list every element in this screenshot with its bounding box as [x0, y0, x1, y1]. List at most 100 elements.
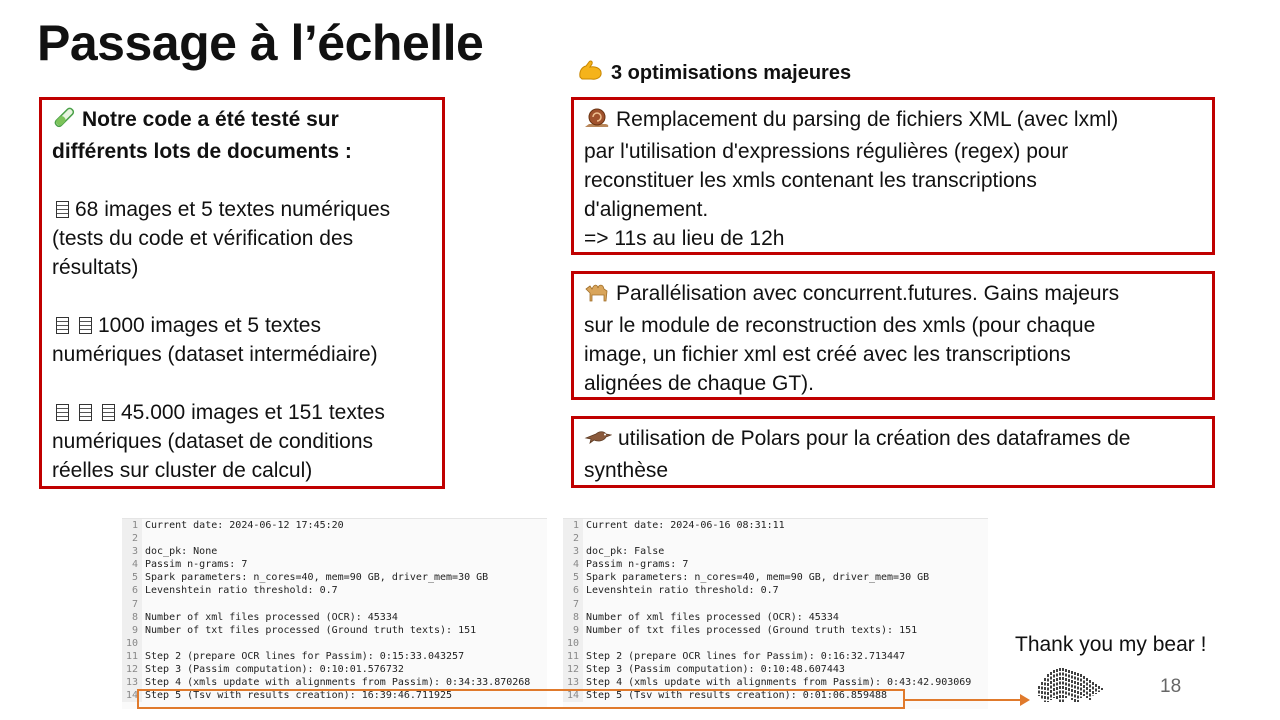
log-line: 10 — [563, 636, 988, 650]
log-line: 4 Passim n-grams: 7 — [122, 558, 547, 572]
log-line-text: doc_pk: None — [145, 546, 218, 558]
log-line-number: 1 — [563, 519, 583, 533]
log-line: 12 Step 3 (Passim computation): 0:10:48.6… — [563, 663, 988, 677]
log-line-text: Number of txt files processed (Ground tr… — [586, 624, 918, 636]
log-line-number: 6 — [563, 584, 583, 598]
log-line-number: 11 — [563, 649, 583, 664]
box2-line3: image, un fichier xml est créé avec les … — [584, 343, 1071, 366]
item1-line1: 68 images et 5 textes numériques — [75, 198, 391, 221]
log-line-text — [583, 532, 586, 545]
log-line: 8 Number of xml files processed (OCR): 45… — [563, 610, 988, 624]
log-line: 2 — [563, 532, 988, 546]
log-line: 5 Spark parameters: n_cores=40, mem=90 GB… — [122, 571, 547, 585]
log-line-text: Levenshtein ratio threshold: 0.7 — [145, 585, 338, 597]
log-line-number: 13 — [122, 676, 142, 690]
log-line-number: 4 — [122, 558, 142, 572]
box3-line1: utilisation de Polars pour la création d… — [618, 427, 1131, 450]
box1-line4: d'alignement. — [584, 198, 709, 221]
snail-icon — [584, 107, 610, 137]
box2-line2: sur le module de reconstruction des xmls… — [584, 314, 1096, 337]
box1-line3: reconstituer les xmls contenant les tran… — [584, 169, 1037, 192]
thanks-text: Thank you my bear ! — [1015, 633, 1207, 656]
subtitle-text: 3 optimisations majeures — [611, 61, 852, 84]
document-icon — [56, 317, 69, 334]
log-line-number: 12 — [122, 663, 142, 677]
box1-line2: par l'utilisation d'expressions régulièr… — [584, 140, 1069, 163]
log-line-number: 5 — [563, 571, 583, 585]
log-line: 1 Current date: 2024-06-16 08:31:11 — [563, 519, 988, 533]
log-line-number: 10 — [122, 636, 142, 650]
log-line: 3 doc_pk: False — [563, 545, 988, 559]
log-line: 5 Spark parameters: n_cores=40, mem=90 GB… — [563, 571, 988, 585]
log-line: 2 — [122, 532, 547, 546]
item3-line3: réelles sur cluster de calcul) — [52, 459, 313, 482]
log-line-number: 13 — [563, 676, 583, 690]
document-icon — [79, 404, 92, 421]
log-line-number: 1 — [122, 519, 142, 533]
log-line: 8 Number of xml files processed (OCR): 45… — [122, 610, 547, 624]
log-line: 10 — [122, 636, 547, 650]
log-line-text: Passim n-grams: 7 — [586, 559, 689, 571]
dataset-large: 45.000 images et 151 textes numériques (… — [52, 398, 432, 485]
dataset-medium: 1000 images et 5 textes numériques (data… — [52, 311, 432, 369]
log-line: 7 — [122, 597, 547, 611]
log-line: 1 Current date: 2024-06-12 17:45:20 — [122, 519, 547, 533]
box1-line1: Remplacement du parsing de fichiers XML … — [616, 108, 1119, 131]
log-line-text: Step 3 (Passim computation): 0:10:01.576… — [145, 664, 404, 676]
log-line-text: Number of txt files processed (Ground tr… — [145, 624, 477, 636]
log-line-text: Step 4 (xmls update with alignments from… — [145, 677, 531, 689]
log-line-number: 7 — [122, 597, 142, 611]
log-line-number: 3 — [122, 545, 142, 559]
log-line-number: 4 — [563, 558, 583, 572]
log-line-number: 3 — [563, 545, 583, 559]
item3-line1: 45.000 images et 151 textes — [121, 401, 385, 424]
document-icon — [56, 201, 69, 218]
log-panel-after: 1 Current date: 2024-06-16 08:31:11 2 3 doc_… — [563, 518, 988, 709]
log-line-text — [583, 598, 586, 611]
log-line: 7 — [563, 597, 988, 611]
bear-logo — [1035, 664, 1110, 704]
item2-line2: numériques (dataset intermédiaire) — [52, 343, 378, 366]
log-line: 4 Passim n-grams: 7 — [563, 558, 988, 572]
camel-icon — [584, 281, 610, 311]
log-line-text: Levenshtein ratio threshold: 0.7 — [586, 585, 779, 597]
log-line-text: Step 3 (Passim computation): 0:10:48.607… — [586, 664, 845, 676]
log-line-number: 9 — [122, 623, 142, 637]
page-number: 18 — [1160, 676, 1182, 697]
log-line-text: Number of xml files processed (OCR): 453… — [145, 611, 398, 623]
item1-line2: (tests du code et vérification des — [52, 227, 354, 250]
log-panel-before: 1 Current date: 2024-06-12 17:45:20 2 3 doc_… — [122, 518, 547, 709]
log-line-number: 2 — [563, 532, 583, 546]
document-icon — [102, 404, 115, 421]
log-line: 6 Levenshtein ratio threshold: 0.7 — [563, 584, 988, 598]
left-heading-line2: différents lots de documents : — [52, 140, 352, 163]
log-line: 11 Step 2 (prepare OCR lines for Passim):… — [122, 649, 547, 664]
log-line-text — [142, 532, 145, 545]
box1-line5: => 11s au lieu de 12h — [584, 227, 785, 250]
arrow-head-icon — [1020, 694, 1030, 706]
log-line-text — [142, 637, 145, 650]
item2-line1: 1000 images et 5 textes — [98, 314, 321, 337]
optimisation-polars-box: utilisation de Polars pour la création d… — [571, 416, 1215, 488]
item3-line2: numériques (dataset de conditions — [52, 430, 374, 453]
left-heading-line1: Notre code a été testé sur — [82, 108, 339, 131]
log-line-number: 11 — [122, 649, 142, 664]
log-line-text: Passim n-grams: 7 — [145, 559, 248, 571]
log-line-text: Current date: 2024-06-16 08:31:11 — [586, 520, 785, 531]
log-line: 11 Step 2 (prepare OCR lines for Passim):… — [563, 649, 988, 664]
slide-title: Passage à l’échelle — [37, 15, 484, 71]
log-line-number: 2 — [122, 532, 142, 546]
log-line-number: 6 — [122, 584, 142, 598]
log-line-number: 8 — [122, 610, 142, 624]
log-line-text: Step 2 (prepare OCR lines for Passim): 0… — [145, 650, 465, 662]
log-line-text: Step 4 (xmls update with alignments from… — [586, 677, 972, 689]
log-line-text — [142, 598, 145, 611]
flexed-biceps-icon — [577, 59, 603, 87]
log-line-text: Step 2 (prepare OCR lines for Passim): 0… — [586, 650, 906, 662]
box2-line1: Parallélisation avec concurrent.futures.… — [616, 282, 1120, 305]
log-line: 9 Number of txt files processed (Ground t… — [563, 623, 988, 637]
log-line: 12 Step 3 (Passim computation): 0:10:01.5… — [122, 663, 547, 677]
log-line-number: 5 — [122, 571, 142, 585]
log-line-text: doc_pk: False — [586, 546, 665, 558]
optimisation-regex-box: Remplacement du parsing de fichiers XML … — [571, 97, 1215, 255]
